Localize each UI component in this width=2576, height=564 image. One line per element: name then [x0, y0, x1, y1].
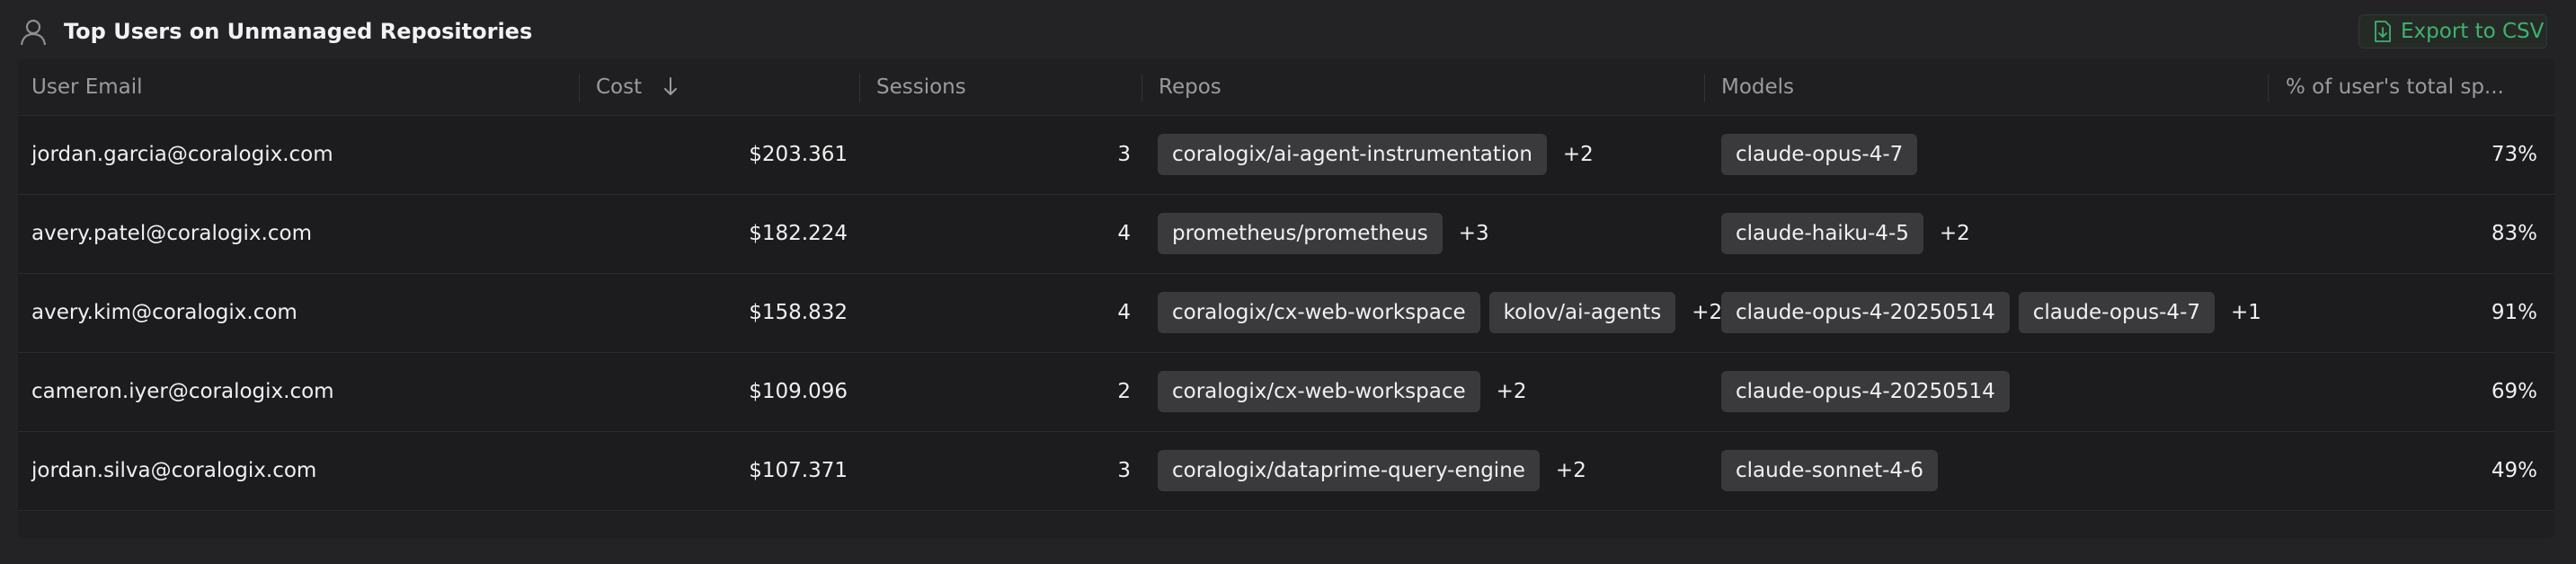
model-chips: claude-opus-4-7	[1721, 115, 1926, 194]
column-divider[interactable]	[579, 74, 580, 102]
model-chips: claude-sonnet-4-6	[1721, 431, 1947, 510]
column-divider[interactable]	[2268, 74, 2269, 102]
cost-cell: $109.096	[749, 380, 848, 403]
model-tag[interactable]: claude-opus-4-7	[1721, 134, 1918, 175]
sessions-cell: 3	[1117, 143, 1131, 166]
column-header-user-email[interactable]: User Email	[31, 59, 571, 115]
model-tag[interactable]: claude-opus-4-7	[2018, 292, 2215, 333]
table-row[interactable]: cameron.iyer@coralogix.com $109.096 2 coral…	[18, 352, 2554, 432]
repo-more-count[interactable]: +3	[1459, 222, 1489, 245]
user-email-cell: cameron.iyer@coralogix.com	[31, 380, 334, 403]
sessions-cell: 4	[1117, 222, 1131, 245]
pct-total-spend-cell: 69%	[2491, 380, 2537, 403]
model-tag[interactable]: claude-sonnet-4-6	[1721, 450, 1938, 491]
panel-header: Top Users on Unmanaged Repositories Expo…	[0, 0, 2576, 59]
sessions-cell: 2	[1117, 380, 1131, 403]
column-header-cost-label: Cost	[596, 75, 643, 99]
repo-chips: coralogix/dataprime-query-engine +2	[1158, 431, 1595, 510]
sessions-cell: 4	[1117, 301, 1131, 324]
export-csv-label: Export to CSV	[2401, 20, 2545, 43]
sessions-cell: 3	[1117, 459, 1131, 482]
sort-descending-icon	[664, 76, 678, 95]
repo-tag[interactable]: prometheus/prometheus	[1158, 213, 1443, 254]
repo-more-count[interactable]: +2	[1692, 301, 1722, 324]
table-row[interactable]: avery.kim@coralogix.com $158.832 4 coralogi…	[18, 273, 2554, 353]
table-header: User Email Cost Sessions Repos Models % …	[18, 59, 2554, 116]
column-header-cost[interactable]: Cost	[596, 59, 866, 115]
repo-tag[interactable]: coralogix/dataprime-query-engine	[1158, 450, 1540, 491]
user-icon	[20, 19, 47, 46]
repo-more-count[interactable]: +2	[1497, 380, 1527, 403]
repo-chips: prometheus/prometheus +3	[1158, 194, 1498, 273]
column-header-sessions[interactable]: Sessions	[876, 59, 1146, 115]
cost-cell: $203.361	[749, 143, 848, 166]
table-row[interactable]: jordan.silva@coralogix.com $107.371 3 coral…	[18, 431, 2554, 511]
repo-tag[interactable]: coralogix/cx-web-workspace	[1158, 292, 1480, 333]
user-email-cell: avery.kim@coralogix.com	[31, 301, 298, 324]
model-more-count[interactable]: +1	[2231, 301, 2261, 324]
cost-cell: $158.832	[749, 301, 848, 324]
users-table: User Email Cost Sessions Repos Models % …	[18, 59, 2554, 539]
cost-cell: $107.371	[749, 459, 848, 482]
column-divider[interactable]	[859, 74, 860, 102]
user-email-cell: avery.patel@coralogix.com	[31, 222, 312, 245]
model-tag[interactable]: claude-opus-4-20250514	[1721, 292, 2010, 333]
user-email-cell: jordan.garcia@coralogix.com	[31, 143, 333, 166]
repo-chips: coralogix/ai-agent-instrumentation +2	[1158, 115, 1603, 194]
model-tag[interactable]: claude-haiku-4-5	[1721, 213, 1923, 254]
repo-tag[interactable]: kolov/ai-agents	[1488, 292, 1676, 333]
pct-total-spend-cell: 49%	[2491, 459, 2537, 482]
model-more-count[interactable]: +2	[1940, 222, 1970, 245]
model-chips: claude-haiku-4-5 +2	[1721, 194, 1979, 273]
table-footer	[18, 512, 2554, 539]
repo-tag[interactable]: coralogix/ai-agent-instrumentation	[1158, 134, 1547, 175]
column-header-pct-total-spend[interactable]: % of user's total sp...	[2286, 59, 2537, 115]
export-csv-button[interactable]: Export to CSV	[2358, 14, 2547, 48]
column-divider[interactable]	[1704, 74, 1705, 102]
model-chips: claude-opus-4-20250514 claude-opus-4-7 +1	[1721, 273, 2270, 352]
download-file-icon	[2375, 21, 2391, 42]
column-header-repos[interactable]: Repos	[1159, 59, 1698, 115]
user-email-cell: jordan.silva@coralogix.com	[31, 459, 317, 482]
column-header-models[interactable]: Models	[1721, 59, 2261, 115]
repo-chips: coralogix/cx-web-workspace kolov/ai-agent…	[1158, 273, 1731, 352]
table-row[interactable]: jordan.garcia@coralogix.com $203.361 3 cora…	[18, 115, 2554, 195]
repo-tag[interactable]: coralogix/cx-web-workspace	[1158, 371, 1480, 412]
model-tag[interactable]: claude-opus-4-20250514	[1721, 371, 2010, 412]
model-chips: claude-opus-4-20250514	[1721, 352, 2019, 431]
repo-more-count[interactable]: +2	[1556, 459, 1586, 482]
table-row[interactable]: avery.patel@coralogix.com $182.224 4 promet…	[18, 194, 2554, 274]
cost-cell: $182.224	[749, 222, 848, 245]
pct-total-spend-cell: 73%	[2491, 143, 2537, 166]
pct-total-spend-cell: 83%	[2491, 222, 2537, 245]
pct-total-spend-cell: 91%	[2491, 301, 2537, 324]
column-divider[interactable]	[1141, 74, 1142, 102]
repo-more-count[interactable]: +2	[1563, 143, 1594, 166]
panel-title: Top Users on Unmanaged Repositories	[64, 19, 533, 44]
repo-chips: coralogix/cx-web-workspace +2	[1158, 352, 1536, 431]
